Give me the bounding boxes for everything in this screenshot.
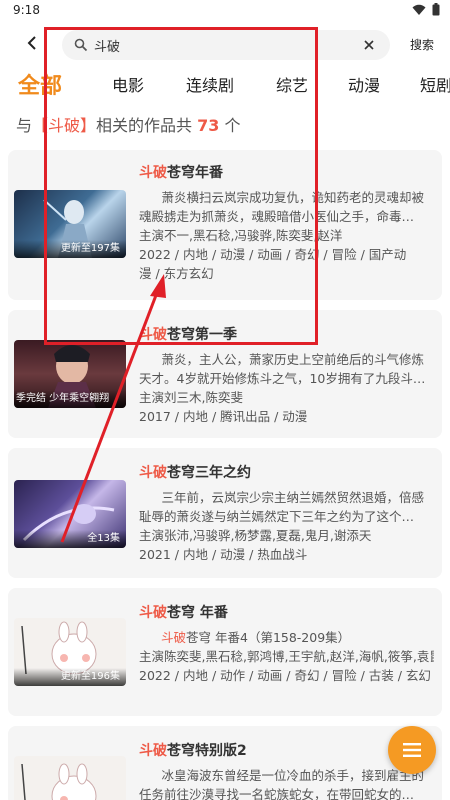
result-title: 斗破苍穹第一季 <box>139 324 434 346</box>
back-button[interactable] <box>20 31 44 55</box>
result-count: 73 <box>197 116 220 135</box>
status-bar: 9:18 <box>0 0 450 24</box>
status-icons <box>412 3 440 16</box>
summary-middle: 相关的作品共 <box>96 116 193 135</box>
poster-thumbnail: 全13集 <box>14 480 126 548</box>
desc-keyword: 斗破 <box>161 630 187 645</box>
wifi-icon <box>412 4 426 15</box>
poster-thumbnail: 季完结 少年乘空翱翔 <box>14 340 126 408</box>
summary-keyword: 【斗破】 <box>32 116 97 135</box>
search-input[interactable] <box>94 35 344 55</box>
result-card[interactable]: 更新至196集 斗破苍穹 年番 斗破苍穹 年番4（第158-209集） 主演陈奕… <box>8 588 442 716</box>
result-description: 萧炎，主人公，萧家历史上空前绝后的斗气修炼天才。4岁就开始修炼斗之气，10岁拥有… <box>139 352 426 386</box>
result-cast: 主演刘三木,陈奕斐 <box>139 390 243 405</box>
result-tags: 2017 / 内地 / 腾讯出品 / 动漫 <box>139 409 308 424</box>
result-description: 萧炎横扫云岚宗成功复仇，诡知药老的灵魂却被魂殿掳走为抓萧炎，魂殿暗借小医仙之手，… <box>139 190 425 224</box>
result-cast: 主演不一,黑石稔,冯骏骅,陈奕斐,赵洋 <box>139 228 343 243</box>
title-keyword: 斗破 <box>139 465 167 481</box>
menu-icon <box>403 743 421 757</box>
result-card[interactable]: 全13集 斗破苍穹三年之约 三年前，云岚宗少宗主纳兰嫣然贸然退婚，倍感耻辱的萧炎… <box>8 448 442 578</box>
episode-badge: 更新至196集 <box>14 668 126 686</box>
tab-all[interactable]: 全部 <box>18 68 62 100</box>
result-card[interactable]: 更新至197集 斗破苍穹年番 萧炎横扫云岚宗成功复仇，诡知药老的灵魂却被魂殿掳走… <box>8 150 442 300</box>
poster-art <box>21 763 97 800</box>
result-cast: 主演陈奕斐,黑石稔,郭鸿博,王宇航,赵洋,海帆,筱筝,袁昆 <box>139 649 434 664</box>
result-title: 斗破苍穹 年番 <box>139 602 434 624</box>
result-description: 三年前，云岚宗少宗主纳兰嫣然贸然退婚，倍感耻辱的萧炎遂与纳兰嫣然定下三年之约为了… <box>139 490 425 524</box>
result-tags: 2021 / 内地 / 动漫 / 热血战斗 <box>139 547 308 562</box>
title-rest: 苍穹第一季 <box>167 327 237 343</box>
title-keyword: 斗破 <box>139 605 167 621</box>
result-info: 斗破苍穹第一季 萧炎，主人公，萧家历史上空前绝后的斗气修炼天才。4岁就开始修炼斗… <box>139 324 434 426</box>
title-keyword: 斗破 <box>139 165 167 181</box>
title-rest: 苍穹 年番 <box>167 605 228 621</box>
clear-icon <box>364 40 374 50</box>
title-rest: 苍穹特别版2 <box>167 743 247 759</box>
title-keyword: 斗破 <box>139 327 167 343</box>
result-info: 斗破苍穹三年之约 三年前，云岚宗少宗主纳兰嫣然贸然退婚，倍感耻辱的萧炎遂与纳兰嫣… <box>139 462 434 564</box>
summary-prefix: 与 <box>16 116 33 135</box>
search-row: 搜索 <box>0 28 450 62</box>
tab-short-drama[interactable]: 短剧 <box>420 72 450 96</box>
result-description: 冰皇海波东曾经是一位冷血的杀手，接到雇主的任务前往沙漠寻找一名蛇族蛇女，在带回蛇… <box>139 768 425 800</box>
result-title: 斗破苍穹年番 <box>139 162 434 184</box>
back-arrow-icon <box>27 36 36 50</box>
result-tags: 2022 / 内地 / 动漫 / 动画 / 奇幻 / 冒险 / 国产动 <box>139 247 407 262</box>
tab-movie[interactable]: 电影 <box>112 72 144 96</box>
episode-badge: 更新至197集 <box>14 240 126 258</box>
desc-rest: 苍穹 年番4（第158-209集） <box>186 630 351 645</box>
search-icon <box>74 38 88 52</box>
result-summary: 与【斗破】相关的作品共 73 个 <box>16 112 241 136</box>
poster-thumbnail <box>14 756 126 800</box>
result-cast: 主演张沛,冯骏骅,杨梦露,夏磊,鬼月,谢添天 <box>139 528 372 543</box>
search-box[interactable] <box>62 30 390 60</box>
result-info: 斗破苍穹 年番 斗破苍穹 年番4（第158-209集） 主演陈奕斐,黑石稔,郭鸿… <box>139 602 434 685</box>
poster-thumbnail: 更新至197集 <box>14 190 126 258</box>
result-tags-continued: 漫 / 东方玄幻 <box>139 266 214 281</box>
tab-anime[interactable]: 动漫 <box>348 72 380 96</box>
episode-badge: 全13集 <box>14 530 126 548</box>
menu-fab-button[interactable] <box>388 726 436 774</box>
title-rest: 苍穹三年之约 <box>167 465 251 481</box>
result-description: 斗破苍穹 年番4（第158-209集） <box>139 628 434 647</box>
result-info: 斗破苍穹年番 萧炎横扫云岚宗成功复仇，诡知药老的灵魂却被魂殿掳走为抓萧炎，魂殿暗… <box>139 162 434 283</box>
tab-series[interactable]: 连续剧 <box>186 72 234 96</box>
title-rest: 苍穹年番 <box>167 165 223 181</box>
summary-suffix: 个 <box>224 116 241 135</box>
category-tabs: 全部 电影 连续剧 综艺 动漫 短剧 <box>0 62 450 102</box>
result-title: 斗破苍穹三年之约 <box>139 462 434 484</box>
tab-variety[interactable]: 综艺 <box>276 72 308 96</box>
result-card[interactable]: 斗破苍穹特别版2 冰皇海波东曾经是一位冷血的杀手，接到雇主的任务前往沙漠寻找一名… <box>8 726 442 800</box>
episode-badge: 季完结 少年乘空翱翔 <box>14 390 126 408</box>
title-keyword: 斗破 <box>139 743 167 759</box>
result-tags: 2022 / 内地 / 动作 / 动画 / 奇幻 / 冒险 / 古装 / 玄幻 <box>139 668 431 683</box>
result-card[interactable]: 季完结 少年乘空翱翔 斗破苍穹第一季 萧炎，主人公，萧家历史上空前绝后的斗气修炼… <box>8 310 442 438</box>
poster-thumbnail: 更新至196集 <box>14 618 126 686</box>
clear-button[interactable] <box>360 36 378 54</box>
status-time: 9:18 <box>13 3 40 17</box>
search-button[interactable]: 搜索 <box>410 36 434 53</box>
battery-icon <box>432 3 440 16</box>
